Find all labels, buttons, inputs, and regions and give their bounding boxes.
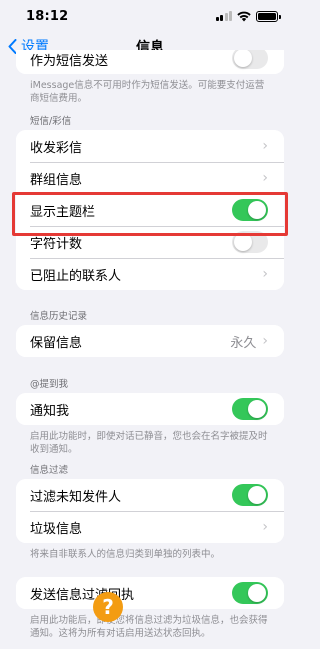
chevron-right-icon: › (262, 519, 268, 535)
settings-list: 作为短信发送 iMessage信息不可用时作为短信发送。可能要支付运营商短信费用… (0, 50, 300, 640)
send-filter-receipts-toggle[interactable] (232, 582, 268, 604)
status-bar: 18:12 (0, 0, 300, 32)
send-as-sms-toggle[interactable] (232, 50, 268, 69)
section-header-history: 信息历史记录 (30, 311, 88, 322)
mms-messaging-row[interactable]: 收发彩信 › (16, 130, 284, 162)
filter-unknown-senders-toggle[interactable] (232, 484, 268, 506)
chevron-right-icon: › (262, 266, 268, 282)
row-label: 过滤未知发件人 (30, 489, 122, 505)
chevron-right-icon: › (262, 170, 268, 186)
row-label: 作为短信发送 (30, 53, 109, 69)
notify-me-toggle[interactable] (232, 398, 268, 420)
filter-receipts-footer: 启用此功能后，即使您将信息过滤为垃圾信息，也会获得通知。这将为所有对话启用送达状… (30, 615, 268, 639)
row-label: 垃圾信息 (30, 521, 83, 537)
send-as-sms-row[interactable]: 作为短信发送 (16, 50, 284, 74)
row-label: 收发彩信 (30, 140, 83, 156)
blocked-contacts-row[interactable]: 已阻止的联系人 › (16, 258, 284, 290)
row-label: 保留信息 (30, 335, 83, 351)
show-subject-field-toggle[interactable] (232, 199, 268, 221)
battery-icon (256, 10, 281, 22)
history-group: 保留信息 永久 › (16, 325, 284, 357)
row-label: 已阻止的联系人 (30, 268, 122, 284)
section-header-filtering: 信息过滤 (30, 465, 69, 476)
section-header-mentions: @提到我 (30, 379, 69, 390)
row-label: 通知我 (30, 403, 70, 419)
help-watermark-icon: ? (93, 592, 123, 622)
keep-messages-value: 永久 (230, 335, 257, 351)
filtering-footer: 将来自非联系人的信息归类到单独的列表中。 (30, 549, 221, 560)
row-label: 群组信息 (30, 172, 83, 188)
mentions-footer: 启用此功能时，即使对话已静音，您也会在名字被提及时收到通知。 (30, 431, 268, 455)
sms-group: 收发彩信 › 群组信息 › 显示主题栏 字符计数 已阻止的联系人 › (16, 130, 284, 290)
notify-me-row[interactable]: 通知我 (16, 393, 284, 425)
send-as-sms-footer: iMessage信息不可用时作为短信发送。可能要支付运营商短信费用。 (30, 80, 265, 104)
send-as-sms-group: 作为短信发送 (16, 50, 284, 74)
status-icons (215, 10, 281, 22)
filtering-group: 过滤未知发件人 垃圾信息 › (16, 479, 284, 543)
section-header-sms: 短信/彩信 (30, 116, 72, 127)
mentions-group: 通知我 (16, 393, 284, 425)
keep-messages-row[interactable]: 保留信息 永久 › (16, 325, 284, 357)
send-filter-receipts-row[interactable]: 发送信息过滤回执 (16, 577, 284, 609)
cellular-signal-icon (215, 11, 232, 21)
chevron-right-icon: › (262, 138, 268, 154)
character-count-toggle[interactable] (232, 231, 268, 253)
show-subject-field-row[interactable]: 显示主题栏 (16, 194, 284, 226)
status-time: 18:12 (26, 8, 69, 24)
character-count-row[interactable]: 字符计数 (16, 226, 284, 258)
row-label: 字符计数 (30, 236, 83, 252)
row-label: 显示主题栏 (30, 204, 96, 220)
junk-row[interactable]: 垃圾信息 › (16, 511, 284, 543)
chevron-right-icon: › (262, 333, 268, 349)
filter-receipts-group: 发送信息过滤回执 (16, 577, 284, 609)
group-messaging-row[interactable]: 群组信息 › (16, 162, 284, 194)
filter-unknown-senders-row[interactable]: 过滤未知发件人 (16, 479, 284, 511)
wifi-icon (237, 11, 251, 21)
